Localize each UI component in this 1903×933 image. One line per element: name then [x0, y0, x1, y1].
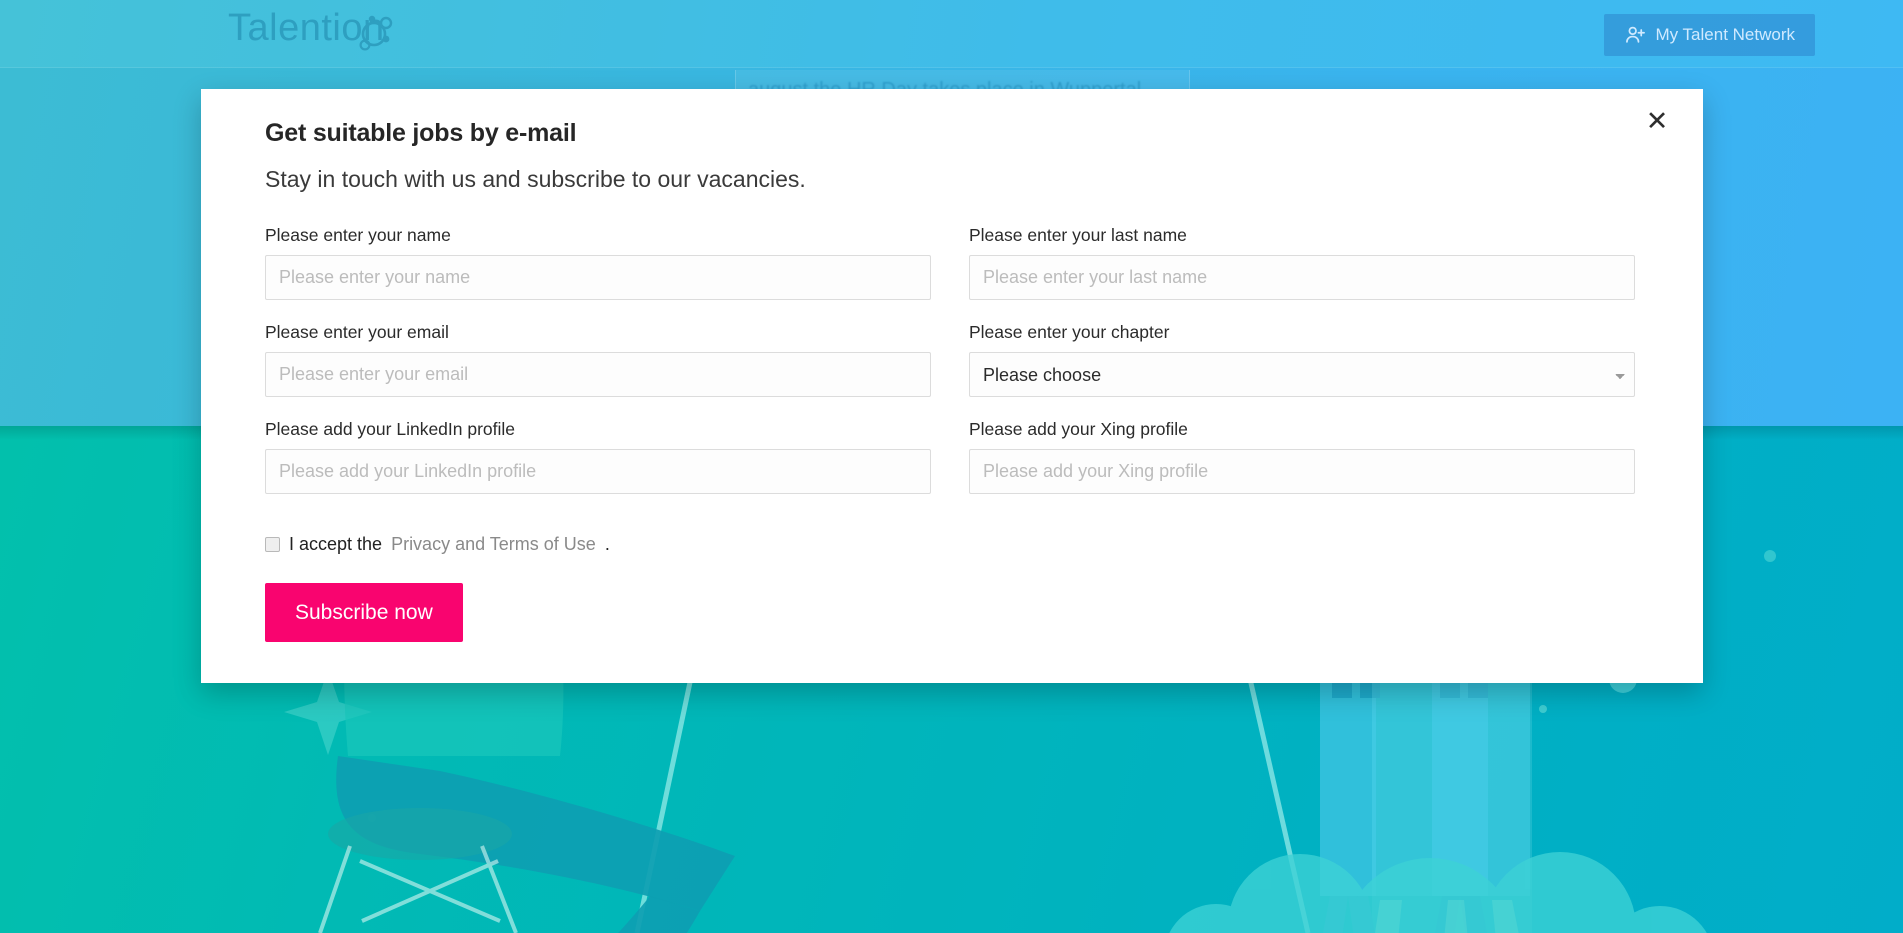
close-icon[interactable]: ✕ [1635, 99, 1679, 143]
input-email[interactable] [265, 352, 931, 397]
label-chapter: Please enter your chapter [969, 322, 1170, 342]
field-first-name: Please enter your name [265, 225, 931, 300]
subscribe-modal: ✕ Get suitable jobs by e-mail Stay in to… [201, 89, 1703, 683]
label-email: Please enter your email [265, 322, 449, 342]
field-xing: Please add your Xing profile [969, 419, 1635, 494]
privacy-terms-link[interactable]: Privacy and Terms of Use [391, 534, 596, 555]
label-xing: Please add your Xing profile [969, 419, 1188, 439]
accept-terms-suffix: . [604, 534, 610, 554]
modal-title: Get suitable jobs by e-mail [265, 119, 577, 147]
label-linkedin: Please add your LinkedIn profile [265, 419, 516, 439]
accept-terms-row: I accept the Privacy and Terms of Use. [265, 534, 1639, 555]
field-linkedin: Please add your LinkedIn profile [265, 419, 931, 494]
modal-subtitle: Stay in touch with us and subscribe to o… [265, 166, 806, 192]
subscribe-now-button[interactable]: Subscribe now [265, 583, 463, 642]
input-first-name[interactable] [265, 255, 931, 300]
modal-overlay: ✕ Get suitable jobs by e-mail Stay in to… [0, 0, 1903, 933]
field-last-name: Please enter your last name [969, 225, 1635, 300]
accept-terms-checkbox[interactable] [265, 537, 280, 552]
accept-terms-prefix: I accept the [289, 534, 383, 554]
subscribe-form: Please enter your name Please enter your… [265, 225, 1639, 494]
select-chapter[interactable]: Please choose [969, 352, 1635, 397]
input-linkedin[interactable] [265, 449, 931, 494]
input-last-name[interactable] [969, 255, 1635, 300]
label-first-name: Please enter your name [265, 225, 451, 245]
input-xing[interactable] [969, 449, 1635, 494]
field-chapter: Please enter your chapter Please choose [969, 322, 1635, 397]
field-email: Please enter your email [265, 322, 931, 397]
label-last-name: Please enter your last name [969, 225, 1187, 245]
modal-body: Get suitable jobs by e-mail Stay in touc… [201, 89, 1703, 642]
